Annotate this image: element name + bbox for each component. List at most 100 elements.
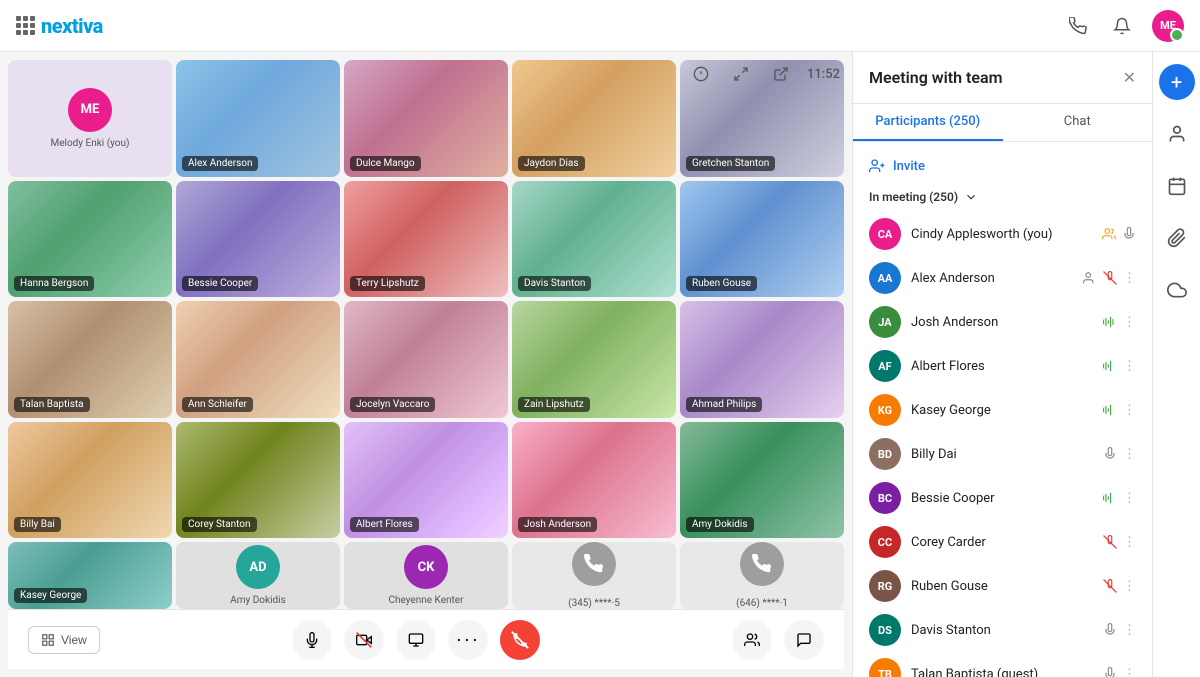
nav-calendar-icon[interactable] (1159, 168, 1195, 204)
phone-icon[interactable] (1064, 12, 1092, 40)
video-cell-8[interactable]: Terry Lipshutz (344, 181, 508, 298)
cell-name-6: Hanna Bergson (14, 276, 94, 291)
video-cell-3[interactable]: Dulce Mango (344, 60, 508, 177)
participant-avatar: KG (869, 394, 901, 426)
participant-controls: ⋮ (1103, 535, 1136, 550)
right-nav: + (1152, 52, 1200, 677)
participant-name: Ruben Gouse (911, 579, 1093, 594)
participant-row: KG Kasey George ⋮ (853, 388, 1152, 432)
bell-icon[interactable] (1108, 12, 1136, 40)
more-options-btn[interactable]: ⋮ (1123, 579, 1136, 594)
video-area: 11:52 ME Melody Enki (you) Alex Anderson… (0, 52, 852, 677)
sidebar-tabs: Participants (250) Chat (853, 104, 1152, 142)
nav-cloud-icon[interactable] (1159, 272, 1195, 308)
view-button[interactable]: View (28, 626, 100, 654)
participant-row: RG Ruben Gouse ⋮ (853, 564, 1152, 608)
expand-icon[interactable] (727, 60, 755, 88)
participant-row: CA Cindy Applesworth (you) (853, 212, 1152, 256)
video-cell-21[interactable]: Kasey George (8, 542, 172, 609)
video-cell-19[interactable]: Josh Anderson (512, 422, 676, 539)
video-grid: ME Melody Enki (you) Alex Anderson Dulce… (8, 60, 844, 609)
participant-row: AF Albert Flores ⋮ (853, 344, 1152, 388)
video-cell-4[interactable]: Jaydon Dias (512, 60, 676, 177)
cell-name-12: Ann Schleifer (182, 397, 253, 412)
add-button[interactable]: + (1159, 64, 1195, 100)
participant-name: Corey Carder (911, 535, 1093, 550)
nav-contacts-icon[interactable] (1159, 116, 1195, 152)
video-cell-15[interactable]: Ahmad Philips (680, 301, 844, 418)
tab-participants[interactable]: Participants (250) (853, 104, 1003, 141)
video-cell-18[interactable]: Albert Flores (344, 422, 508, 539)
view-label: View (61, 633, 87, 647)
more-options-btn[interactable]: ⋮ (1123, 447, 1136, 462)
participant-row: BC Bessie Cooper ⋮ (853, 476, 1152, 520)
grid-icon[interactable] (16, 16, 35, 35)
video-cell-25[interactable]: (646) ****·1 (680, 542, 844, 609)
more-options-btn[interactable]: ⋮ (1123, 359, 1136, 374)
mic-button[interactable] (292, 620, 332, 660)
avatar-ad: AD (236, 545, 280, 589)
more-options-btn[interactable]: ⋮ (1123, 623, 1136, 638)
close-button[interactable]: ✕ (1123, 68, 1136, 87)
more-button[interactable]: ··· (448, 620, 488, 660)
invite-button[interactable]: Invite (853, 150, 1152, 182)
participant-controls: ⋮ (1103, 359, 1136, 374)
more-options-btn[interactable]: ⋮ (1123, 271, 1136, 286)
participants-list: Invite In meeting (250) CA Cindy Applesw… (853, 142, 1152, 677)
chat-button[interactable] (784, 620, 824, 660)
participant-controls: ⋮ (1103, 667, 1136, 677)
video-cell-1[interactable]: ME Melody Enki (you) (8, 60, 172, 177)
avatar-me: ME (68, 88, 112, 132)
video-cell-10[interactable]: Ruben Gouse (680, 181, 844, 298)
cell-name-4: Jaydon Dias (518, 156, 585, 171)
more-options-btn[interactable]: ⋮ (1123, 535, 1136, 550)
topbar: nextiva ME (0, 0, 1200, 52)
participant-avatar: BD (869, 438, 901, 470)
logo: nextiva (16, 14, 103, 38)
participant-controls: ⋮ (1083, 271, 1136, 286)
participant-row: JA Josh Anderson ⋮ (853, 300, 1152, 344)
cell-name-9: Davis Stanton (518, 276, 591, 291)
cell-name-3: Dulce Mango (350, 156, 421, 171)
participant-avatar: RG (869, 570, 901, 602)
invite-label: Invite (893, 159, 925, 174)
user-avatar[interactable]: ME (1152, 10, 1184, 42)
video-cell-20[interactable]: Amy Dokidis (680, 422, 844, 539)
cell-name-25: (646) ****·1 (736, 598, 788, 609)
more-options-btn[interactable]: ⋮ (1123, 667, 1136, 677)
nav-attachment-icon[interactable] (1159, 220, 1195, 256)
info-icon[interactable] (687, 60, 715, 88)
more-options-btn[interactable]: ⋮ (1123, 491, 1136, 506)
participant-row: AA Alex Anderson ⋮ (853, 256, 1152, 300)
video-cell-16[interactable]: Billy Bai (8, 422, 172, 539)
video-cell-24[interactable]: (345) ****·5 (512, 542, 676, 609)
participant-name: Billy Dai (911, 447, 1093, 462)
cell-name-23: Cheyenne Kenter (389, 595, 464, 606)
video-button[interactable] (344, 620, 384, 660)
cell-name-20: Amy Dokidis (686, 517, 754, 532)
end-call-button[interactable] (500, 620, 540, 660)
more-options-btn[interactable]: ⋮ (1123, 403, 1136, 418)
video-cell-14[interactable]: Zain Lipshutz (512, 301, 676, 418)
participant-name: Albert Flores (911, 359, 1093, 374)
video-cell-7[interactable]: Bessie Cooper (176, 181, 340, 298)
video-cell-13[interactable]: Jocelyn Vaccaro (344, 301, 508, 418)
tab-chat[interactable]: Chat (1003, 104, 1153, 141)
video-cell-11[interactable]: Talan Baptista (8, 301, 172, 418)
video-cell-12[interactable]: Ann Schleifer (176, 301, 340, 418)
participants-button[interactable] (732, 620, 772, 660)
share-button[interactable] (396, 620, 436, 660)
more-options-btn[interactable]: ⋮ (1123, 315, 1136, 330)
video-cell-9[interactable]: Davis Stanton (512, 181, 676, 298)
video-cell-2[interactable]: Alex Anderson (176, 60, 340, 177)
video-cell-22[interactable]: AD Amy Dokidis (176, 542, 340, 609)
participant-avatar: AF (869, 350, 901, 382)
participant-row: TB Talan Baptista (guest) ⋮ (853, 652, 1152, 677)
participant-avatar: BC (869, 482, 901, 514)
video-cell-17[interactable]: Corey Stanton (176, 422, 340, 539)
video-cell-23[interactable]: CK Cheyenne Kenter (344, 542, 508, 609)
popout-icon[interactable] (767, 60, 795, 88)
video-cell-6[interactable]: Hanna Bergson (8, 181, 172, 298)
cell-name-14: Zain Lipshutz (518, 397, 590, 412)
bottom-controls: View ··· (8, 609, 844, 669)
